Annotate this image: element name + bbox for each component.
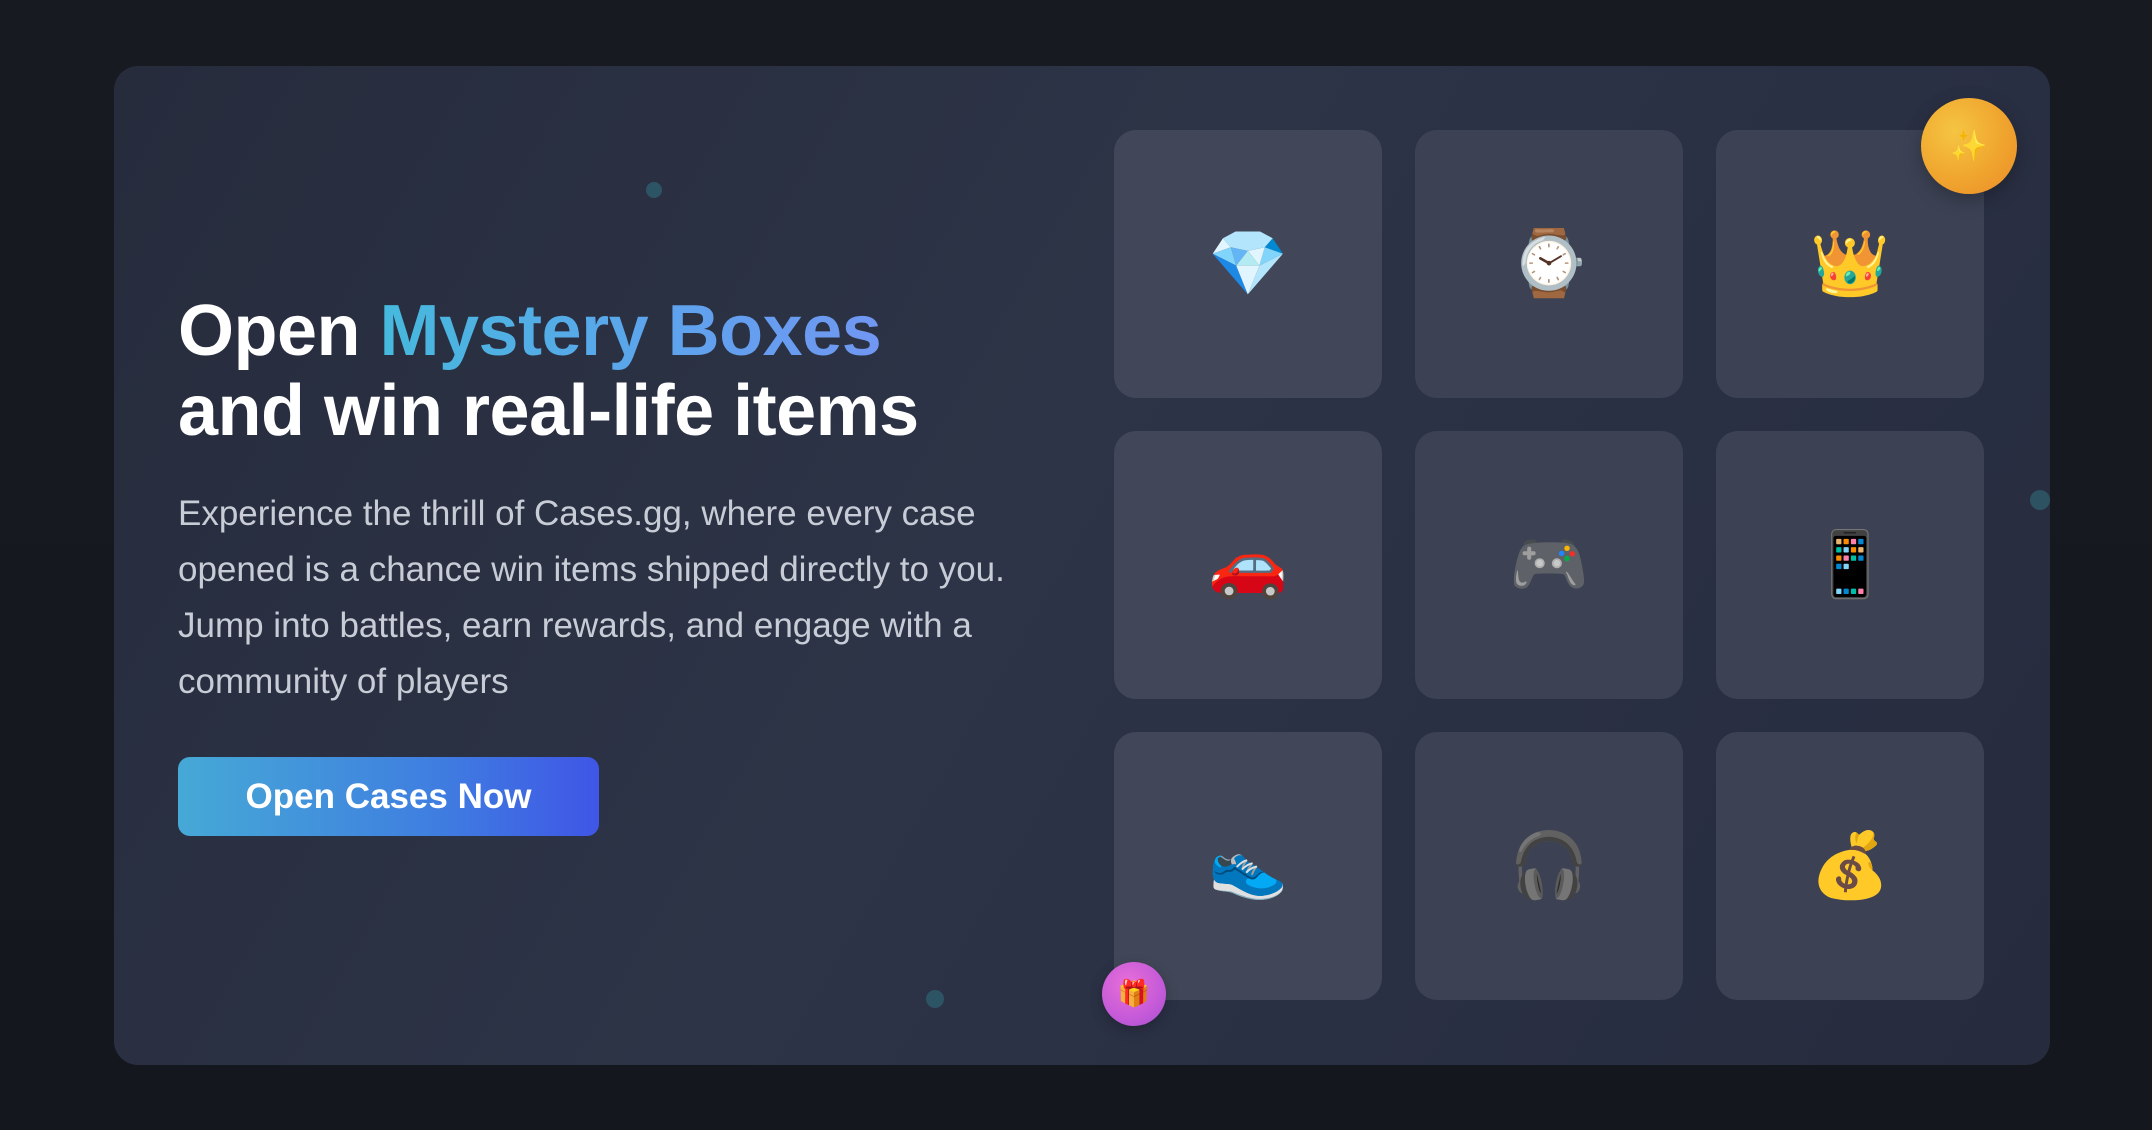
items-grid: 💎 ⌚ 👑 🚗 🎮 📱 👟 🎧 💰	[1114, 130, 1986, 1002]
watch-icon: ⌚	[1509, 227, 1589, 301]
gift-icon: 🎁	[1117, 979, 1151, 1009]
headline-prefix: Open	[178, 291, 380, 371]
sneaker-icon: 👟	[1208, 829, 1288, 903]
crown-icon: 👑	[1810, 227, 1890, 301]
item-tile-headphones[interactable]: 🎧	[1415, 732, 1683, 1000]
money-bag-icon: 💰	[1810, 829, 1890, 903]
item-tile-gem[interactable]: 💎	[1114, 130, 1382, 398]
sparkles-icon: ✨	[1950, 128, 1988, 164]
gem-icon: 💎	[1208, 227, 1288, 301]
item-tile-phone[interactable]: 📱	[1716, 431, 1984, 699]
headline-line-2: and win real-life items	[178, 371, 919, 451]
item-tile-sneaker[interactable]: 👟	[1114, 732, 1382, 1000]
car-icon: 🚗	[1208, 528, 1288, 602]
headphones-icon: 🎧	[1509, 829, 1589, 903]
item-tile-money-bag[interactable]: 💰	[1716, 732, 1984, 1000]
headline-accent: Mystery Boxes	[379, 291, 882, 371]
item-tile-gamepad[interactable]: 🎮	[1415, 431, 1683, 699]
item-tile-car[interactable]: 🚗	[1114, 431, 1382, 699]
sparkle-badge: ✨	[1921, 98, 2017, 194]
phone-icon: 📱	[1810, 528, 1890, 602]
page: Open Mystery Boxes and win real-life ite…	[0, 0, 2152, 1130]
hero-card: Open Mystery Boxes and win real-life ite…	[114, 66, 2050, 1065]
decorative-dot	[2030, 490, 2050, 510]
decorative-dot	[926, 990, 944, 1008]
gift-badge: 🎁	[1102, 962, 1166, 1026]
gamepad-icon: 🎮	[1509, 528, 1589, 602]
decorative-dot	[646, 182, 662, 198]
open-cases-button[interactable]: Open Cases Now	[178, 757, 599, 836]
item-tile-watch[interactable]: ⌚	[1415, 130, 1683, 398]
headline-line-1: Open Mystery Boxes	[178, 291, 919, 371]
hero-description: Experience the thrill of Cases.gg, where…	[178, 494, 1005, 701]
hero-headline: Open Mystery Boxes and win real-life ite…	[178, 291, 919, 451]
